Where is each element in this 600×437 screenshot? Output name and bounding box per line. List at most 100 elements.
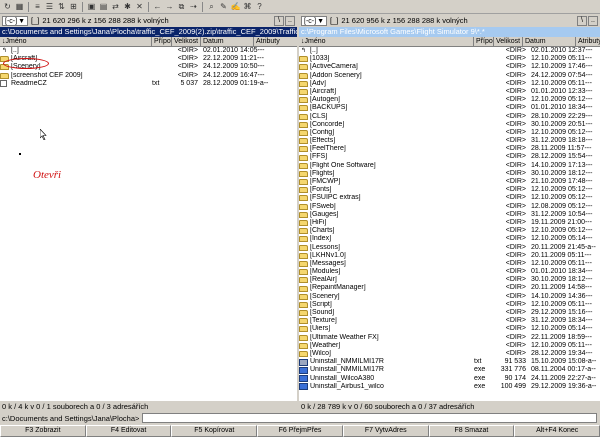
file-row[interactable]: [screenshot CEF 2009] <DIR> 24.12.2009 16:… <box>0 72 297 80</box>
file-row[interactable]: [Ultimate Weather FX] <DIR> 22.11.2009 18:… <box>299 334 600 342</box>
file-row[interactable]: [Index] <DIR> 12.10.2009 05:14--- <box>299 235 600 243</box>
left-path-bar[interactable]: c:\Documents and Settings\Jana\Plocha\tr… <box>0 27 297 37</box>
file-row[interactable]: [ActiveCamera] <DIR> 12.10.2009 17:46--- <box>299 63 600 71</box>
cmd-icon[interactable]: ⌘ <box>242 1 253 12</box>
left-up-button[interactable]: .. <box>285 16 295 26</box>
file-ext: exe <box>474 374 486 382</box>
file-row[interactable]: [Effects] <DIR> 31.12.2009 18:18--- <box>299 137 600 145</box>
file-row[interactable]: [FeelThere] <DIR> 28.11.2009 11:57--- <box>299 145 600 153</box>
fkey-button[interactable]: F6 PřejmPřes <box>257 425 343 437</box>
right-panel[interactable]: [-c-] ▼ [_] 21 620 956 k z 156 288 288 k… <box>299 15 600 401</box>
right-header-size[interactable]: Velikost <box>494 37 523 46</box>
file-row[interactable]: Uninstall_WilcoA380 exe 90 174 24.11.2009 2… <box>299 375 600 383</box>
file-row[interactable]: [Config] <DIR> 12.10.2009 05:12--- <box>299 129 600 137</box>
file-row[interactable]: [RepaintManager] <DIR> 20.11.2009 14:58--- <box>299 284 600 292</box>
fkey-button[interactable]: F8 Smazat <box>428 425 515 437</box>
file-row[interactable]: [CLS] <DIR> 28.10.2009 22:29--- <box>299 113 600 121</box>
file-row[interactable]: [Autogen] <DIR> 12.10.2009 05:12--- <box>299 96 600 104</box>
left-root-button[interactable]: \ <box>274 16 284 26</box>
fkey-button[interactable]: Alt+F4 Konec <box>514 425 600 437</box>
file-row[interactable]: [Sound] <DIR> 29.12.2009 15:16--- <box>299 309 600 317</box>
file-row[interactable]: [Wilco] <DIR> 28.12.2009 19:34--- <box>299 350 600 358</box>
rename-icon[interactable]: ✎ <box>218 1 229 12</box>
details-icon[interactable]: ☰ <box>44 1 55 12</box>
file-row[interactable]: [FSUIPC extras] <DIR> 12.10.2009 05:12--- <box>299 194 600 202</box>
file-row[interactable]: [LKHNv1.0] <DIR> 20.11.2009 05:11--- <box>299 252 600 260</box>
fkey-button[interactable]: F7 VytvAdres <box>342 425 429 437</box>
file-row[interactable]: [Gauges] <DIR> 31.12.2009 10:54--- <box>299 211 600 219</box>
fkey-button[interactable]: F4 Editovat <box>85 425 172 437</box>
file-row[interactable]: [Addon Scenery] <DIR> 24.12.2009 07:54--- <box>299 72 600 80</box>
file-row[interactable]: [Aircraft] <DIR> 01.01.2010 12:33--- <box>299 88 600 96</box>
file-row[interactable]: [Flights] <DIR> 30.10.2009 18:12--- <box>299 170 600 178</box>
right-header-name[interactable]: ↓Jméno <box>299 37 474 46</box>
find-icon[interactable]: ⌕ <box>206 1 217 12</box>
left-header-size[interactable]: Velikost <box>172 37 201 46</box>
command-input[interactable] <box>142 413 597 423</box>
chevron-down-icon: ▼ <box>317 17 324 25</box>
right-drive-select[interactable]: [-c-] ▼ <box>301 16 327 26</box>
file-row[interactable]: [Script] <DIR> 12.10.2009 05:11--- <box>299 301 600 309</box>
file-row[interactable]: [Flight One Software] <DIR> 14.10.2009 17:… <box>299 162 600 170</box>
left-header-ext[interactable]: Přípona <box>152 37 172 46</box>
left-drive-select[interactable]: [-c-] ▼ <box>2 16 28 26</box>
sort-icon[interactable]: ⇅ <box>56 1 67 12</box>
left-file-list[interactable]: ↰ [..] <DIR> 02.01.2010 14:05--- [Aircraft] <… <box>0 47 297 88</box>
file-row[interactable]: [RealAir] <DIR> 30.10.2009 18:12--- <box>299 276 600 284</box>
file-row[interactable]: ReadmeCZ txt 5 037 28.12.2009 01:19-a-- <box>0 80 297 88</box>
copy-icon[interactable]: ⧉ <box>176 1 187 12</box>
file-row[interactable]: ↰ [..] <DIR> 02.01.2010 12:37--- <box>299 47 600 55</box>
right-root-button[interactable]: \ <box>577 16 587 26</box>
file-row[interactable]: [FFS] <DIR> 28.12.2009 15:54--- <box>299 153 600 161</box>
file-row[interactable]: [Charts] <DIR> 12.10.2009 05:12--- <box>299 227 600 235</box>
right-header-date[interactable]: Datum <box>523 37 576 46</box>
list-icon[interactable]: ≡ <box>32 1 43 12</box>
file-row[interactable]: [1033] <DIR> 12.10.2009 05:11--- <box>299 55 600 63</box>
file-row[interactable]: [Texture] <DIR> 31.12.2009 18:34--- <box>299 317 600 325</box>
file-row[interactable]: [Lessons] <DIR> 20.11.2009 21:45-a-- <box>299 244 600 252</box>
forward-icon[interactable]: → <box>164 1 175 12</box>
icons-icon[interactable]: ▦ <box>14 1 25 12</box>
right-path-bar[interactable]: c:\Program Files\Microsoft Games\Flight … <box>299 27 600 37</box>
sync-icon[interactable]: ⇄ <box>110 1 121 12</box>
file-ext <box>474 55 494 63</box>
left-header-attr[interactable]: Atributy <box>254 37 297 46</box>
file-row[interactable]: [HiFi] <DIR> 19.11.2009 21:00--- <box>299 219 600 227</box>
pack-icon[interactable]: ▣ <box>86 1 97 12</box>
file-row[interactable]: [Fonts] <DIR> 12.10.2009 05:12--- <box>299 186 600 194</box>
file-row[interactable]: Uninstall_NMMILMI17R txt 91 533 15.10.2009 … <box>299 358 600 366</box>
file-row[interactable]: Uninstall_NMMILMI17R exe 331 776 08.11.2004… <box>299 366 600 374</box>
file-row[interactable]: [Adv] <DIR> 12.10.2009 05:11--- <box>299 80 600 88</box>
file-row[interactable]: [Uiers] <DIR> 12.10.2009 05:14--- <box>299 325 600 333</box>
file-row[interactable]: [Concorde] <DIR> 30.10.2009 20:51--- <box>299 121 600 129</box>
file-row[interactable]: ↰ [..] <DIR> 02.01.2010 14:05--- <box>0 47 297 55</box>
right-header-attr[interactable]: Atributy <box>576 37 600 46</box>
disconnect-icon[interactable]: ✕ <box>134 1 145 12</box>
right-file-list[interactable]: ↰ [..] <DIR> 02.01.2010 12:37--- [1033] <DIR>… <box>299 47 600 391</box>
file-row[interactable]: [BACKUPS] <DIR> 01.01.2010 18:34--- <box>299 104 600 112</box>
file-row[interactable]: [Modules] <DIR> 01.01.2010 18:34--- <box>299 268 600 276</box>
file-row[interactable]: [Messages] <DIR> 12.10.2009 05:11--- <box>299 260 600 268</box>
file-row[interactable]: [FSweb] <DIR> 12.08.2009 05:12--- <box>299 203 600 211</box>
help-icon[interactable]: ? <box>254 1 265 12</box>
file-name: Uninstall_NMMILMI17R <box>310 358 384 366</box>
left-panel[interactable]: [-c-] ▼ [_] 21 620 296 k z 156 288 288 k… <box>0 15 297 401</box>
left-header-date[interactable]: Datum <box>201 37 254 46</box>
file-row[interactable]: [Weather] <DIR> 12.10.2009 05:11--- <box>299 342 600 350</box>
fkey-button[interactable]: F5 Kopírovat <box>171 425 258 437</box>
file-row[interactable]: [Scenery] <DIR> 14.10.2009 14:36--- <box>299 293 600 301</box>
unpack-icon[interactable]: ▤ <box>98 1 109 12</box>
move-icon[interactable]: ⇢ <box>188 1 199 12</box>
right-header-ext[interactable]: Přípona <box>474 37 494 46</box>
refresh-icon[interactable]: ↻ <box>2 1 13 12</box>
left-header-name[interactable]: ↓Jméno <box>0 37 152 46</box>
notepad-icon[interactable]: ✍ <box>230 1 241 12</box>
file-ext <box>474 268 494 276</box>
tree-icon[interactable]: ⊞ <box>68 1 79 12</box>
right-up-button[interactable]: .. <box>588 16 598 26</box>
file-row[interactable]: [FMCWP] <DIR> 21.10.2009 17:48--- <box>299 178 600 186</box>
back-icon[interactable]: ← <box>152 1 163 12</box>
ftp-icon[interactable]: ✱ <box>122 1 133 12</box>
fkey-button[interactable]: F3 Zobrazit <box>0 425 86 437</box>
file-row[interactable]: Uninstall_Airbus1_wilco exe 100 499 29.12.2… <box>299 383 600 391</box>
